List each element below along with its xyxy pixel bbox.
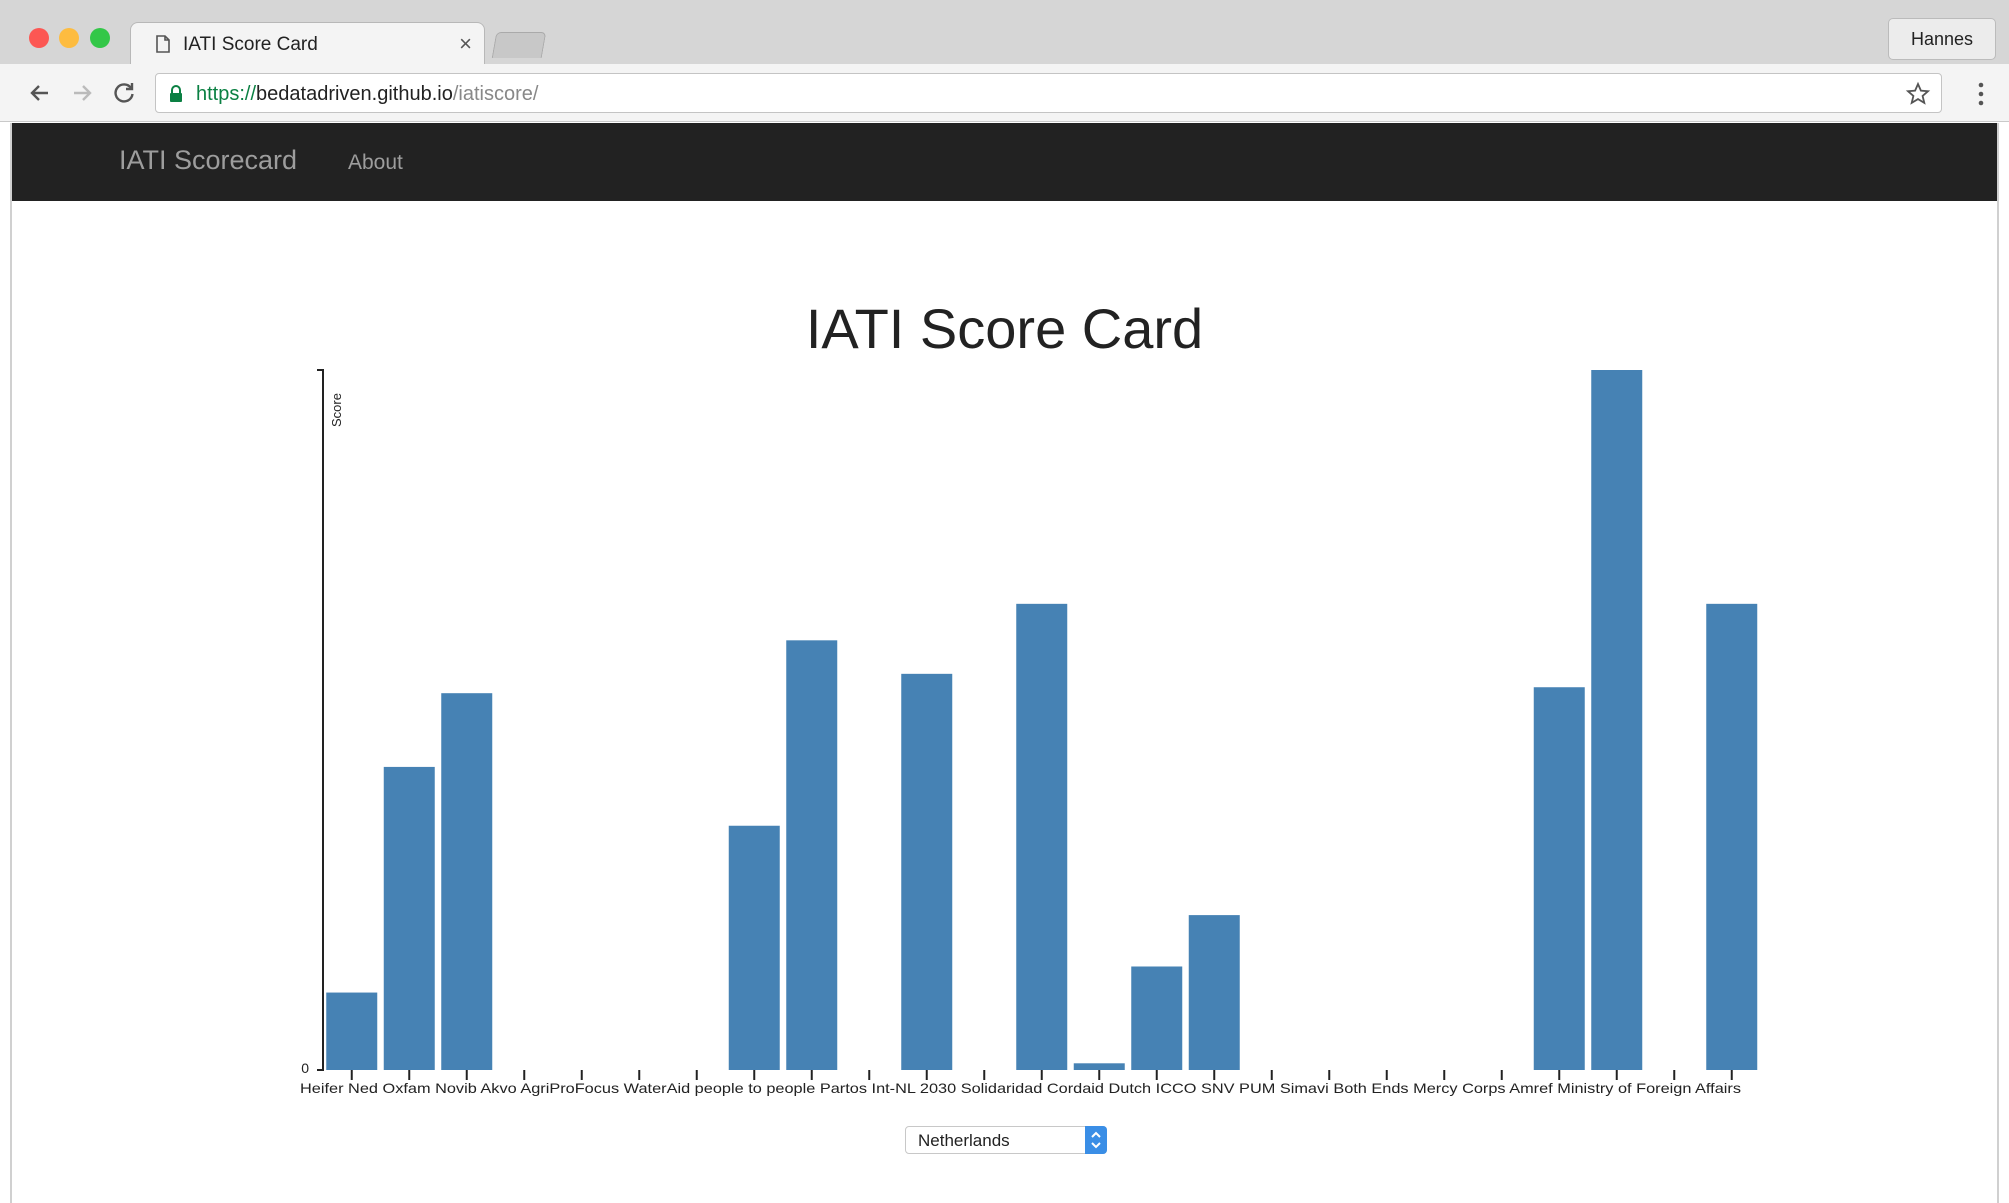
bar xyxy=(1131,966,1183,1070)
select-arrows-icon xyxy=(1085,1126,1107,1154)
site-brand-link[interactable]: IATI Scorecard xyxy=(119,145,297,176)
lock-icon xyxy=(170,85,182,102)
bar xyxy=(1533,687,1585,1070)
x-tick-labels: Heifer Ned Oxfam Novib Akvo AgriProFocus… xyxy=(300,1080,1741,1096)
maximize-window-button[interactable] xyxy=(90,28,110,48)
url-path: /iatiscore/ xyxy=(452,83,539,105)
bar xyxy=(786,640,838,1070)
window-edge xyxy=(1997,123,1999,1203)
bookmark-star-icon[interactable] xyxy=(1905,81,1931,107)
window-edge xyxy=(10,123,12,1203)
reload-icon[interactable] xyxy=(110,79,138,107)
bar xyxy=(326,992,378,1070)
page-icon xyxy=(156,35,170,53)
bar xyxy=(1016,603,1068,1070)
country-select[interactable]: Netherlands xyxy=(905,1126,1107,1154)
bar xyxy=(1073,1063,1125,1070)
browser-tab[interactable]: IATI Score Card × xyxy=(130,22,485,64)
nav-about-link[interactable]: About xyxy=(348,151,403,175)
bar xyxy=(383,766,435,1070)
browser-tab-strip: IATI Score Card × Hannes xyxy=(0,0,2009,64)
browser-menu-icon[interactable] xyxy=(1977,80,1985,108)
minimize-window-button[interactable] xyxy=(59,28,79,48)
tab-title: IATI Score Card xyxy=(183,34,318,55)
back-arrow-icon[interactable] xyxy=(26,79,54,107)
new-tab-button[interactable] xyxy=(491,32,547,58)
url-text: https://bedatadriven.github.io/iatiscore… xyxy=(196,83,538,106)
score-bar-chart: Score 0 Heifer Ned Oxfam Novib Akvo Agri… xyxy=(300,369,1758,1096)
url-scheme: https:// xyxy=(196,83,257,105)
chart-bars xyxy=(326,370,1758,1070)
y-axis-line xyxy=(317,369,324,1071)
close-tab-icon[interactable]: × xyxy=(459,31,472,57)
close-window-button[interactable] xyxy=(29,28,49,48)
url-host: bedatadriven.github.io xyxy=(256,83,453,105)
bar xyxy=(1188,915,1240,1070)
address-bar[interactable]: https://bedatadriven.github.io/iatiscore… xyxy=(155,73,1942,113)
profile-button[interactable]: Hannes xyxy=(1888,18,1996,60)
bar xyxy=(1706,603,1758,1070)
y-axis-label: Score xyxy=(329,393,344,427)
bar xyxy=(728,825,780,1070)
forward-arrow-icon[interactable] xyxy=(68,79,96,107)
browser-toolbar: https://bedatadriven.github.io/iatiscore… xyxy=(0,64,2009,122)
bar xyxy=(1591,370,1643,1070)
bar xyxy=(441,693,493,1070)
y-tick-label: 0 xyxy=(301,1060,309,1076)
page-title: IATI Score Card xyxy=(805,296,1204,360)
site-navbar: IATI Scorecard About xyxy=(12,123,1997,201)
country-select-value: Netherlands xyxy=(918,1131,1010,1150)
bar xyxy=(901,673,953,1070)
